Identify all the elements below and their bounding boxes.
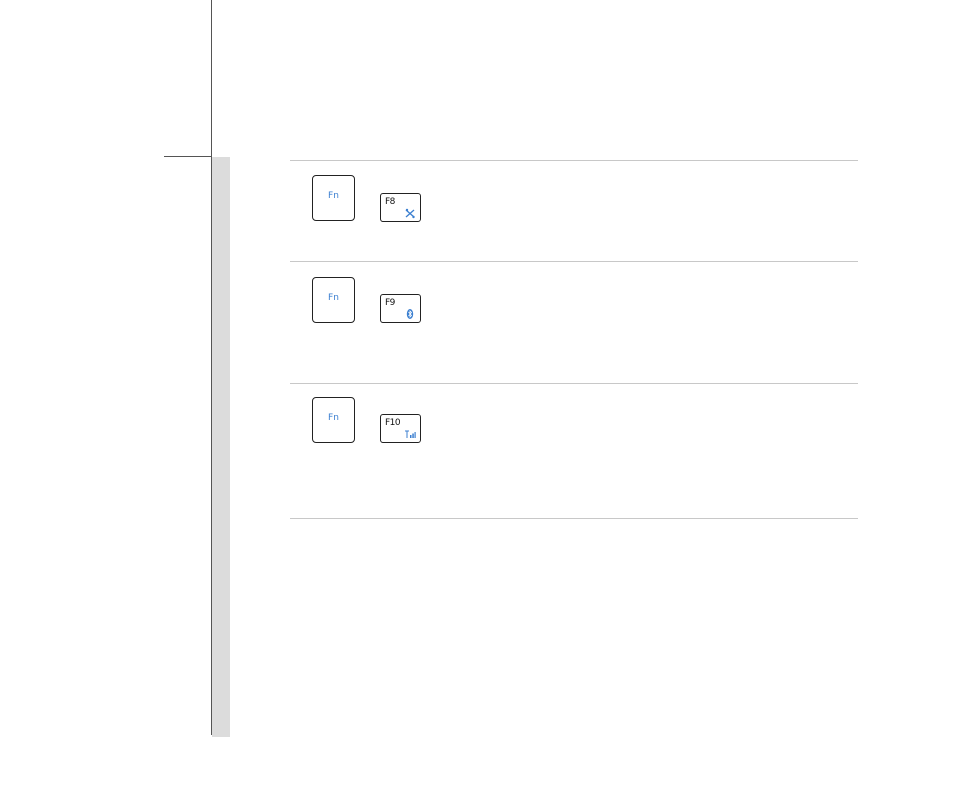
f9-key-label: F9: [385, 298, 395, 308]
f10-key: F10: [380, 414, 421, 443]
fn-key-label: Fn: [328, 413, 339, 423]
f8-key: F8: [380, 193, 421, 222]
fn-key: Fn: [312, 277, 355, 323]
bluetooth-icon: [406, 309, 414, 319]
fn-key-label: Fn: [328, 191, 339, 201]
fn-key: Fn: [312, 397, 355, 443]
f10-key-label: F10: [385, 418, 401, 428]
table-divider-bottom: [290, 518, 858, 519]
wlan-icon: [405, 208, 415, 219]
section-marker-line: [164, 156, 212, 157]
table-divider-top: [290, 160, 858, 161]
f9-key: F9: [380, 294, 421, 323]
3g-signal-icon: [405, 430, 416, 438]
fn-key: Fn: [312, 175, 355, 221]
fn-key-label: Fn: [328, 293, 339, 303]
f8-key-label: F8: [385, 197, 395, 207]
side-tab-band: [212, 157, 230, 737]
table-divider: [290, 383, 858, 384]
table-divider: [290, 261, 858, 262]
